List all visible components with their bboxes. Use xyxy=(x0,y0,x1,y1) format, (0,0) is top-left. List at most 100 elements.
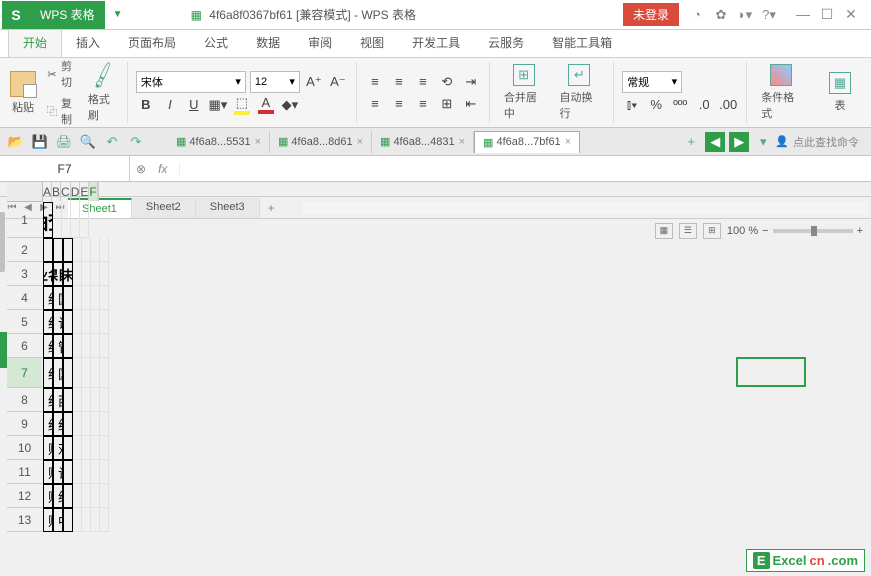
ribbon-tab-4[interactable]: 数据 xyxy=(242,28,294,57)
zoom-level[interactable]: 100 % xyxy=(727,225,758,237)
status-bar: ▦ ☰ ⊞ 100 % − + xyxy=(0,218,871,242)
align-right-button[interactable]: ≡ xyxy=(413,94,433,114)
ribbon-tab-1[interactable]: 插入 xyxy=(62,28,114,57)
redo-icon[interactable]: ↷ xyxy=(126,132,146,152)
close-button[interactable]: ✕ xyxy=(839,6,863,23)
doc-tab-icon: ▦ xyxy=(380,135,390,148)
auto-wrap-button[interactable]: ↵自动换行 xyxy=(554,62,606,123)
currency-button[interactable]: ⫾▾ xyxy=(622,95,642,115)
merge-wrap-group: ⊞合并居中 ↵自动换行 xyxy=(498,62,614,123)
fill-color-button[interactable]: ⬚ xyxy=(232,95,252,115)
zoom-in-button[interactable]: + xyxy=(857,225,863,237)
ribbon-tab-5[interactable]: 审阅 xyxy=(294,28,346,57)
page-layout-view-button[interactable]: ☰ xyxy=(679,223,697,239)
help-icon[interactable]: ?▾ xyxy=(760,6,778,24)
font-family-select[interactable]: 宋体▾ xyxy=(136,71,246,93)
format-painter-button[interactable]: 🖌 格式刷 xyxy=(86,62,119,124)
ribbon-tab-8[interactable]: 云服务 xyxy=(474,28,538,57)
align-center-button[interactable]: ≡ xyxy=(389,94,409,114)
ribbon-tab-2[interactable]: 页面布局 xyxy=(114,28,190,57)
copy-icon: ⿻ xyxy=(46,104,58,118)
indent-button[interactable]: ⇥ xyxy=(461,72,481,92)
merge-center-button[interactable]: ⊞合并居中 xyxy=(498,62,550,123)
sheet-tab-Sheet2[interactable]: Sheet2 xyxy=(132,198,196,218)
increase-decimal-button[interactable]: .0 xyxy=(694,95,714,115)
brush-icon: 🖌 xyxy=(86,59,118,91)
add-sheet-button[interactable]: + xyxy=(260,201,283,215)
formula-input[interactable] xyxy=(180,156,871,181)
ribbon-tab-6[interactable]: 视图 xyxy=(346,28,398,57)
font-size-select[interactable]: 12▾ xyxy=(250,71,300,93)
ribbon-tab-9[interactable]: 智能工具箱 xyxy=(538,28,626,57)
doc-tab-2[interactable]: ▦4f6a8...4831× xyxy=(372,131,474,153)
cancel-formula-icon[interactable]: ⊗ xyxy=(136,162,146,176)
number-format-select[interactable]: 常规▾ xyxy=(622,71,682,93)
ribbon-tab-3[interactable]: 公式 xyxy=(190,28,242,57)
undo-icon[interactable]: ↶ xyxy=(102,132,122,152)
document-title: ▦ 4f6a8f0367bf61 [兼容模式] - WPS 表格 xyxy=(191,6,623,23)
tab-nav-left[interactable]: ◀ xyxy=(705,132,725,152)
clear-format-button[interactable]: ◆▾ xyxy=(280,95,300,115)
percent-button[interactable]: % xyxy=(646,95,666,115)
print-preview-icon[interactable]: 🔍 xyxy=(78,132,98,152)
horizontal-scrollbar[interactable] xyxy=(303,202,867,214)
zoom-out-button[interactable]: − xyxy=(762,225,768,237)
table-style-button[interactable]: ▦表 xyxy=(823,70,857,115)
cloud-icon[interactable]: ◔ xyxy=(688,6,706,24)
app-menu-dropdown[interactable]: ▼ xyxy=(113,9,123,20)
ribbon-tab-7[interactable]: 开发工具 xyxy=(398,28,474,57)
ribbon-tab-0[interactable]: 开始 xyxy=(8,27,62,57)
copy-button[interactable]: ⿻复制 xyxy=(44,94,82,128)
doc-tab-0[interactable]: ▦4f6a8...5531× xyxy=(168,131,270,153)
align-top-button[interactable]: ≡ xyxy=(365,72,385,92)
tab-list-button[interactable]: ▾ xyxy=(753,132,773,152)
normal-view-button[interactable]: ▦ xyxy=(655,223,673,239)
outdent-button[interactable]: ⇤ xyxy=(461,94,481,114)
formula-buttons: ⊗ fx xyxy=(130,162,180,176)
conditional-format-button[interactable]: 条件格式 xyxy=(755,62,807,123)
zoom-slider[interactable] xyxy=(773,229,853,233)
decrease-decimal-button[interactable]: .00 xyxy=(718,95,738,115)
paste-icon xyxy=(10,71,36,97)
save-icon[interactable]: 💾 xyxy=(30,132,50,152)
cut-button[interactable]: ✂剪切 xyxy=(44,57,82,91)
sheet-tab-Sheet3[interactable]: Sheet3 xyxy=(196,198,260,218)
orientation-button[interactable]: ⟲ xyxy=(437,72,457,92)
close-tab-icon[interactable]: × xyxy=(255,136,261,148)
comma-button[interactable]: ººº xyxy=(670,95,690,115)
underline-button[interactable]: U xyxy=(184,95,204,115)
close-tab-icon[interactable]: × xyxy=(357,136,363,148)
name-box[interactable]: F7 xyxy=(0,156,130,181)
align-middle-button[interactable]: ≡ xyxy=(389,72,409,92)
doc-tab-1[interactable]: ▦4f6a8...8d61× xyxy=(270,131,372,153)
align-left-button[interactable]: ≡ xyxy=(365,94,385,114)
italic-button[interactable]: I xyxy=(160,95,180,115)
paste-button[interactable]: 粘贴 xyxy=(6,69,40,117)
minimize-button[interactable]: — xyxy=(791,6,815,23)
new-tab-button[interactable]: + xyxy=(681,132,701,152)
command-search[interactable]: 点此查找命令 xyxy=(775,134,859,150)
close-tab-icon[interactable]: × xyxy=(565,136,571,148)
open-icon[interactable]: 📂 xyxy=(6,132,26,152)
app-name: WPS 表格 xyxy=(30,1,105,29)
align-bottom-button[interactable]: ≡ xyxy=(413,72,433,92)
zoom-control: 100 % − + xyxy=(727,225,863,237)
font-color-button[interactable]: A xyxy=(256,95,276,115)
page-break-view-button[interactable]: ⊞ xyxy=(703,223,721,239)
decrease-font-button[interactable]: A⁻ xyxy=(328,72,348,92)
merge-button[interactable]: ⊞ xyxy=(437,94,457,114)
settings-icon[interactable]: ✿ xyxy=(712,6,730,24)
doc-tab-3[interactable]: ▦4f6a8...7bf61× xyxy=(474,131,580,153)
login-button[interactable]: 未登录 xyxy=(623,3,679,26)
ribbon-toolbar: 粘贴 ✂剪切 ⿻复制 🖌 格式刷 宋体▾ 12▾ A⁺ A⁻ B I U ▦▾ … xyxy=(0,58,871,128)
skin-icon[interactable]: ◗▾ xyxy=(736,6,754,24)
bold-button[interactable]: B xyxy=(136,95,156,115)
tab-nav-right[interactable]: ▶ xyxy=(729,132,749,152)
close-tab-icon[interactable]: × xyxy=(459,136,465,148)
print-icon[interactable]: 🖨 xyxy=(54,132,74,152)
fx-icon[interactable]: fx xyxy=(152,162,173,176)
maximize-button[interactable]: ☐ xyxy=(815,6,839,23)
border-button[interactable]: ▦▾ xyxy=(208,95,228,115)
increase-font-button[interactable]: A⁺ xyxy=(304,72,324,92)
watermark: EExcelcn.com xyxy=(746,549,865,572)
